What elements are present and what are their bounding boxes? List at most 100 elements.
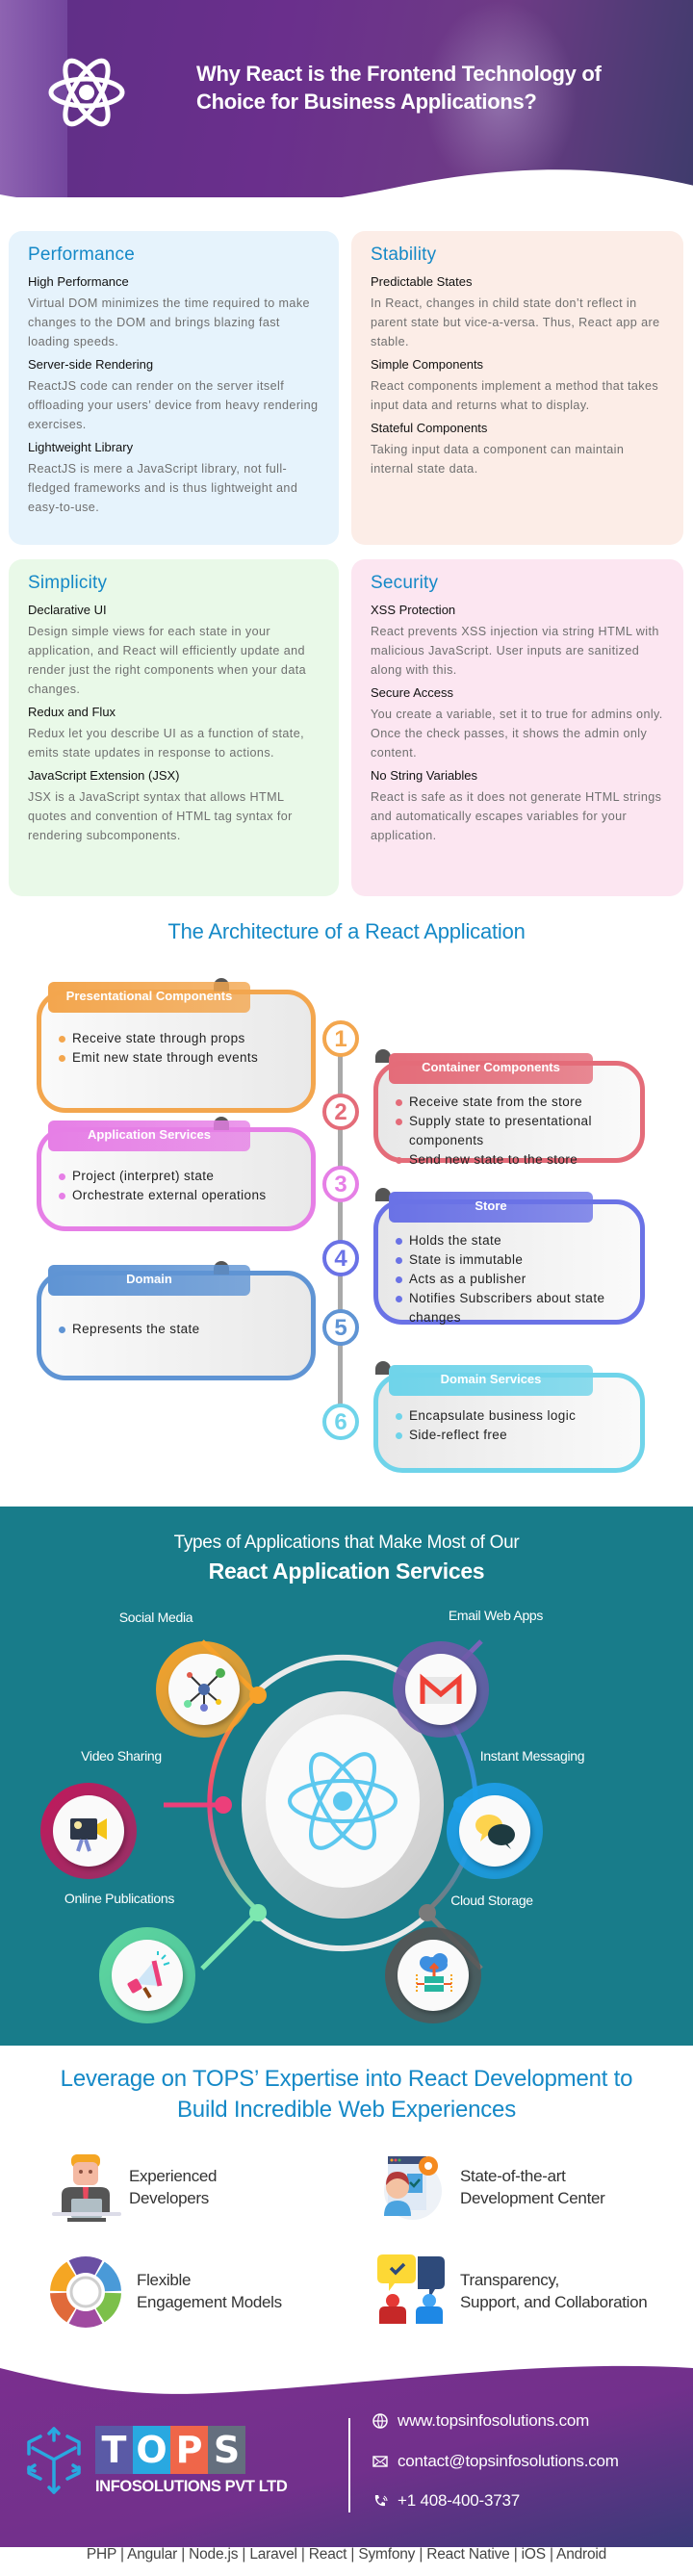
card-item-heading: High Performance xyxy=(28,274,129,289)
chat-bubbles-icon xyxy=(475,1815,515,1849)
page-title: Why React is the Frontend Technology of … xyxy=(196,62,602,114)
application-instant-messaging[interactable] xyxy=(447,1783,543,1879)
application-icon-frame xyxy=(168,1654,240,1725)
architecture-step-item: Supply state to presentational component… xyxy=(396,1112,629,1150)
architecture-step-number: 4 xyxy=(322,1240,359,1276)
architecture-step-number: 2 xyxy=(322,1094,359,1130)
contact-phone[interactable]: +1 408-400-3737 xyxy=(372,2491,520,2511)
application-video-sharing[interactable] xyxy=(40,1783,137,1879)
architecture-step-number: 6 xyxy=(322,1404,359,1440)
contact-website[interactable]: www.topsinfosolutions.com xyxy=(372,2411,589,2431)
footer-divider xyxy=(348,2418,350,2512)
card-item-heading: XSS Protection xyxy=(371,603,456,617)
engagement-wheel-icon xyxy=(50,2256,121,2328)
tops-cube-logo-icon xyxy=(27,2427,81,2494)
tops-subtitle: INFOSOLUTIONS PVT LTD xyxy=(95,2478,288,2495)
application-label: Instant Messaging xyxy=(479,1748,585,1764)
architecture-step-title: Presentational Components xyxy=(48,982,250,1013)
application-label: Online Publications xyxy=(64,1891,175,1906)
architecture-step-list: Project (interpret) state Orchestrate ext… xyxy=(59,1167,299,1205)
card-item-text: JSX is a JavaScript syntax that allows H… xyxy=(28,790,293,842)
architecture-step-item: Receive state from the store xyxy=(396,1093,629,1112)
architecture-step-title: Store xyxy=(389,1192,593,1223)
card-item-text: React prevents XSS injection via string … xyxy=(371,625,659,677)
brand-letter: T xyxy=(95,2426,133,2474)
architecture-step-title: Domain xyxy=(48,1265,250,1296)
application-label: Email Web Apps xyxy=(448,1608,544,1623)
card-item-heading: Lightweight Library xyxy=(28,440,134,454)
gmail-icon xyxy=(420,1673,462,1704)
architecture-step-number: 3 xyxy=(322,1166,359,1202)
wheel-segment xyxy=(68,2308,103,2328)
architecture-step-list: Encapsulate business logic Side-reflect f… xyxy=(396,1406,629,1445)
brand-letter: S xyxy=(208,2426,245,2474)
card-item-text: ReactJS is mere a JavaScript library, no… xyxy=(28,462,298,514)
development-center-icon xyxy=(384,2156,442,2220)
architecture-step-title: Application Services xyxy=(48,1121,250,1151)
architecture-step-item: Notifies Subscribers about state changes xyxy=(396,1289,629,1327)
application-icon-frame xyxy=(112,1940,183,2011)
architecture-step-item: Side-reflect free xyxy=(396,1426,629,1445)
architecture-step-title: Domain Services xyxy=(389,1365,593,1396)
card-title: Simplicity xyxy=(28,573,108,593)
cloud-server-icon xyxy=(416,1953,452,1994)
architecture-step-list: Represents the state xyxy=(59,1320,299,1339)
architecture-step-item: Acts as a publisher xyxy=(396,1270,629,1289)
feature-experienced-developers: Experienced Developers xyxy=(129,2167,218,2207)
card-item-heading: Predictable States xyxy=(371,274,473,289)
card-item-heading: Secure Access xyxy=(371,685,453,700)
architecture-step-item: Project (interpret) state xyxy=(59,1167,299,1186)
card-item-heading: Stateful Components xyxy=(371,421,488,435)
card-item-text: You create a variable, set it to true fo… xyxy=(371,708,663,760)
leverage-title: Leverage on TOPS’ Expertise into React D… xyxy=(60,2066,633,2123)
feature-development-center: State-of-the-art Development Center xyxy=(460,2167,605,2207)
card-stability: Stability Predictable States In React, c… xyxy=(351,231,683,545)
card-item-heading: Redux and Flux xyxy=(28,705,116,719)
developer-icon xyxy=(52,2154,121,2222)
application-label: Video Sharing xyxy=(81,1748,162,1764)
card-item-heading: No String Variables xyxy=(371,768,478,783)
tops-wordmark: TOPS xyxy=(95,2426,245,2474)
application-icon-frame xyxy=(53,1795,124,1867)
architecture-step-item: Receive state through props xyxy=(59,1029,299,1048)
application-cloud-storage[interactable] xyxy=(385,1927,481,2023)
application-email-web-apps[interactable] xyxy=(393,1641,489,1738)
tops-letters: TOPS xyxy=(95,2426,245,2474)
brand-letter: P xyxy=(170,2426,208,2474)
megaphone-icon xyxy=(127,1951,170,1999)
application-icon-frame xyxy=(405,1654,476,1725)
globe-icon xyxy=(372,2413,388,2429)
card-item-text: Design simple views for each state in yo… xyxy=(28,625,307,696)
architecture-step-list: Receive state from the store Supply state… xyxy=(396,1093,629,1170)
video-camera-icon xyxy=(70,1818,107,1852)
architecture-step-number: 1 xyxy=(322,1020,359,1057)
architecture-step-list: Holds the state State is immutable Acts as… xyxy=(396,1231,629,1327)
architecture-step-item: State is immutable xyxy=(396,1250,629,1270)
architecture-step-list: Receive state through props Emit new stat… xyxy=(59,1029,299,1068)
architecture-step-title: Container Components xyxy=(389,1053,593,1084)
node-dot xyxy=(249,1904,267,1921)
card-item-heading: JavaScript Extension (JSX) xyxy=(28,768,180,783)
contact-email[interactable]: contact@topsinfosolutions.com xyxy=(372,2452,619,2471)
card-item-text: Virtual DOM minimizes the time required … xyxy=(28,296,310,348)
application-online-publications[interactable] xyxy=(99,1927,195,2023)
card-item-text: In React, changes in child state don’t r… xyxy=(371,296,660,348)
architecture-step-item: Orchestrate external operations xyxy=(59,1186,299,1205)
architecture-step-item: Holds the state xyxy=(396,1231,629,1250)
card-item-text: Redux let you describe UI as a function … xyxy=(28,727,305,760)
react-atom-icon xyxy=(48,58,125,127)
network-icon xyxy=(184,1668,225,1712)
application-label: Cloud Storage xyxy=(450,1893,533,1908)
card-item-text: React components implement a method that… xyxy=(371,379,659,412)
application-social-media[interactable] xyxy=(156,1641,252,1738)
card-simplicity: Simplicity Declarative UI Design simple … xyxy=(9,559,339,896)
connector-publications xyxy=(200,1911,260,1971)
card-item-heading: Declarative UI xyxy=(28,603,107,617)
brand-letter: O xyxy=(133,2426,170,2474)
card-performance: Performance High Performance Virtual DOM… xyxy=(9,231,339,545)
node-dot xyxy=(215,1796,232,1814)
wheel-segment xyxy=(68,2256,103,2276)
architecture-title: The Architecture of a React Application xyxy=(167,919,526,943)
card-title: Security xyxy=(371,573,439,593)
card-security: Security XSS Protection React prevents X… xyxy=(351,559,683,896)
